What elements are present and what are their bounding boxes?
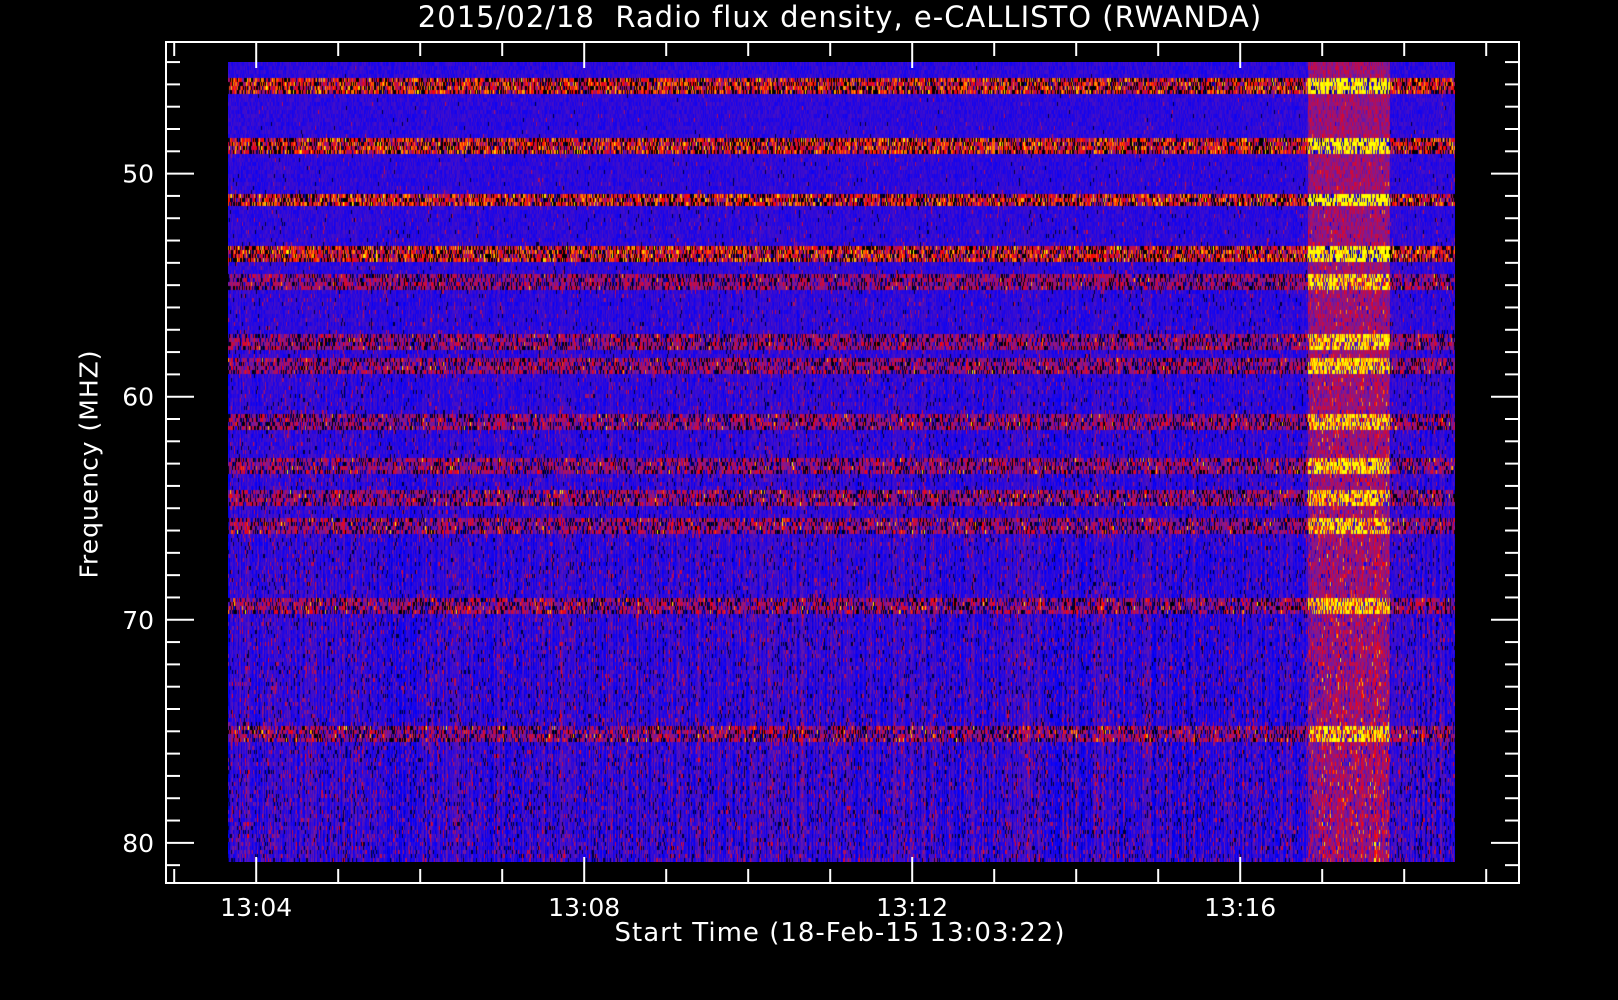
x-tick-label: 13:16 (1204, 893, 1276, 922)
y-tick-label: 80 (122, 829, 154, 858)
y-tick-label: 70 (122, 606, 154, 635)
y-tick-label: 60 (122, 383, 154, 412)
x-tick-label: 13:04 (220, 893, 292, 922)
plot-frame (165, 41, 1520, 884)
x-tick-label: 13:08 (548, 893, 620, 922)
x-tick-label: 13:12 (876, 893, 948, 922)
plot-axes: 13:04 13:08 13:12 13:16 50 60 70 80 (122, 41, 1520, 922)
y-tick-label: 50 (122, 160, 154, 189)
